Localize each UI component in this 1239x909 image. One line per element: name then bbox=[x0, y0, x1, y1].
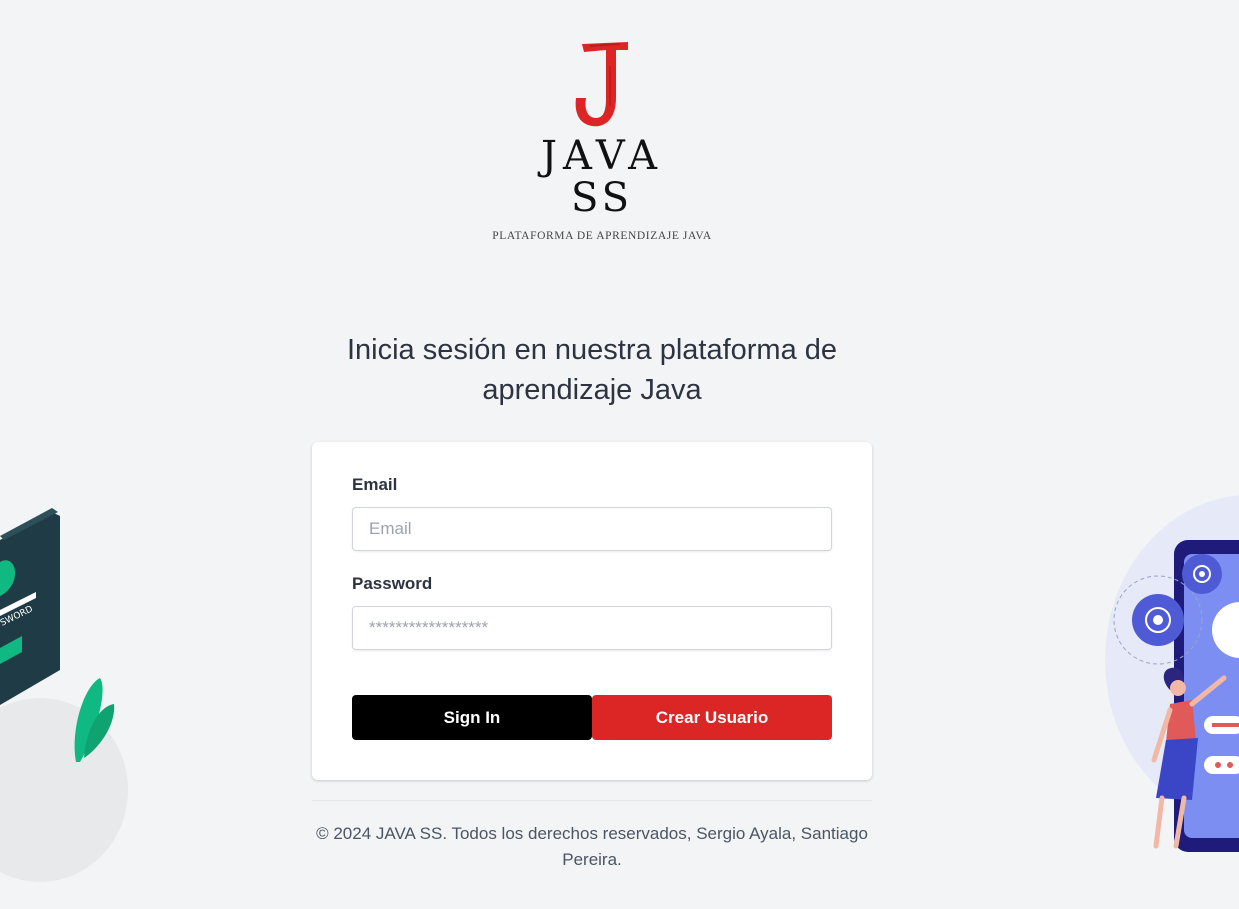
email-label: Email bbox=[352, 475, 398, 494]
password-label: Password bbox=[352, 574, 433, 593]
password-input[interactable] bbox=[352, 606, 832, 650]
page-heading: Inicia sesión en nuestra plataforma de a… bbox=[346, 334, 838, 406]
logo-j-icon bbox=[575, 42, 628, 127]
login-card: Email Password Sign In Crear Usuario bbox=[312, 442, 872, 780]
logo-wordmark-ss: SS bbox=[570, 175, 634, 221]
logo-tagline: PLATAFORMA DE APRENDIZAJE JAVA bbox=[492, 230, 712, 242]
sign-in-button[interactable]: Sign In bbox=[352, 695, 592, 740]
logo-wordmark-java: JAVA bbox=[541, 133, 663, 179]
create-user-button[interactable]: Crear Usuario bbox=[592, 695, 832, 740]
footer-copyright: © 2024 JAVA SS. Todos los derechos reser… bbox=[316, 824, 868, 869]
footer-divider bbox=[312, 800, 872, 801]
login-page: JAVA SS PLATAFORMA DE APRENDIZAJE JAVA I… bbox=[0, 0, 1239, 909]
phone-gears-illustration-icon bbox=[1105, 495, 1239, 852]
java-ss-logo: JAVA SS PLATAFORMA DE APRENDIZAJE JAVA bbox=[452, 36, 752, 251]
password-card-illustration-icon: SWORD bbox=[0, 508, 128, 882]
email-input[interactable] bbox=[352, 507, 832, 551]
